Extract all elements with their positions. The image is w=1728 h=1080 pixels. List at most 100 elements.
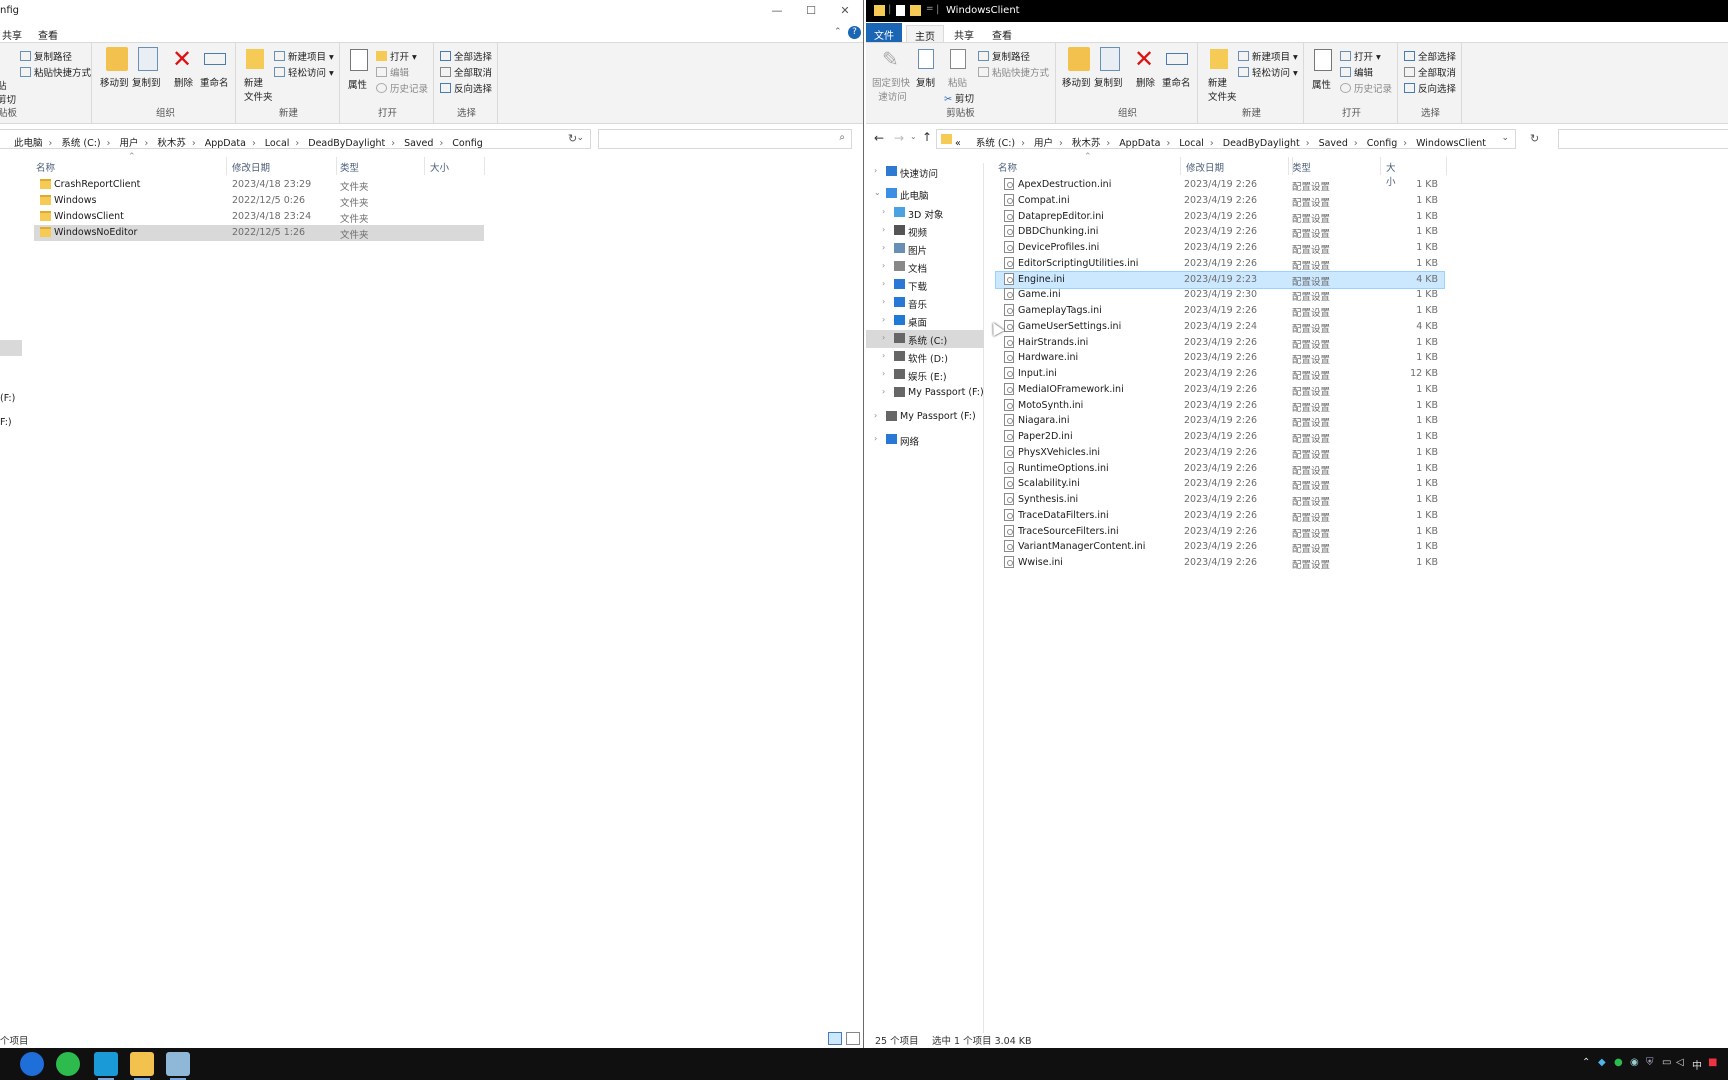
refresh-icon[interactable]: ↻: [568, 132, 577, 145]
network-tray-icon[interactable]: ▭: [1662, 1057, 1671, 1068]
tab-view[interactable]: 查看: [984, 25, 1020, 42]
column-size[interactable]: 大小: [430, 160, 449, 174]
list-item[interactable]: GameplayTags.ini 2023/4/19 2:26 配置设置 1 KB: [996, 303, 1444, 319]
nav-item[interactable]: › My Passport (F:): [866, 408, 984, 426]
breadcrumb-item[interactable]: DeadByDaylight: [308, 138, 385, 149]
list-item[interactable]: DBDChunking.ini 2023/4/19 2:26 配置设置 1 KB: [996, 224, 1444, 240]
breadcrumb-item[interactable]: Saved: [1319, 138, 1348, 149]
delete-button[interactable]: 删除: [1136, 75, 1155, 89]
tab-share[interactable]: 共享: [946, 25, 982, 42]
nav-item[interactable]: › 图片: [866, 240, 984, 258]
breadcrumb-item[interactable]: Local: [265, 138, 290, 149]
new-item-button[interactable]: 新建项目 ▾: [274, 49, 334, 63]
chevron-right-icon[interactable]: ›: [882, 279, 885, 288]
nav-item[interactable]: › 网络: [866, 431, 984, 449]
nav-item[interactable]: › 音乐: [866, 294, 984, 312]
copy-path-button[interactable]: 复制路径: [978, 49, 1030, 63]
list-item[interactable]: DataprepEditor.ini 2023/4/19 2:26 配置设置 1 KB: [996, 209, 1444, 225]
list-item[interactable]: Niagara.ini 2023/4/19 2:26 配置设置 1 KB: [996, 413, 1444, 429]
list-item[interactable]: Game.ini 2023/4/19 2:30 配置设置 1 KB: [996, 287, 1444, 303]
paste-shortcut-button[interactable]: 粘贴快捷方式: [978, 65, 1049, 79]
column-name[interactable]: 名称: [36, 160, 55, 174]
breadcrumb-item[interactable]: 秋木苏: [1072, 138, 1101, 149]
list-item[interactable]: WindowsClient 2023/4/18 23:24 文件夹: [34, 209, 484, 225]
nav-selected-item[interactable]: [0, 340, 22, 356]
recent-locations-icon[interactable]: ⌄: [910, 132, 917, 141]
cut-button[interactable]: ✂ 剪切: [944, 91, 974, 105]
breadcrumb-item[interactable]: 秋木苏: [157, 138, 186, 149]
wechat-tray-icon[interactable]: ●: [1614, 1057, 1623, 1068]
list-item[interactable]: MediaIOFramework.ini 2023/4/19 2:26 配置设置 1 …: [996, 382, 1444, 398]
chevron-down-icon[interactable]: ⌄: [1501, 133, 1509, 143]
help-icon[interactable]: ?: [848, 26, 861, 39]
list-item[interactable]: EditorScriptingUtilities.ini 2023/4/19 2:…: [996, 256, 1444, 272]
list-item[interactable]: TraceSourceFilters.ini 2023/4/19 2:26 配置设置…: [996, 524, 1444, 540]
nav-item-drive-partial[interactable]: F:): [0, 417, 12, 428]
list-item[interactable]: Input.ini 2023/4/19 2:26 配置设置 12 KB: [996, 366, 1444, 382]
chevron-right-icon[interactable]: ›: [882, 387, 885, 396]
copy-button[interactable]: 复制: [916, 75, 935, 89]
select-none-button[interactable]: 全部取消: [440, 65, 492, 79]
notepad-app-icon[interactable]: [166, 1052, 190, 1080]
collapse-ribbon-icon[interactable]: ⌃: [834, 27, 842, 37]
select-none-button[interactable]: 全部取消: [1404, 65, 1456, 79]
nav-item[interactable]: › 软件 (D:): [866, 348, 984, 366]
large-icons-view-icon[interactable]: [846, 1032, 860, 1045]
paste-shortcut-button[interactable]: 粘贴快捷方式: [20, 65, 91, 79]
nav-item[interactable]: › 文档: [866, 258, 984, 276]
breadcrumb-item[interactable]: DeadByDaylight: [1223, 138, 1300, 149]
list-item[interactable]: Synthesis.ini 2023/4/19 2:26 配置设置 1 KB: [996, 492, 1444, 508]
details-view-icon[interactable]: [828, 1032, 842, 1045]
chevron-down-icon[interactable]: ⌄: [576, 133, 584, 143]
nav-item[interactable]: › 下载: [866, 276, 984, 294]
history-button[interactable]: 历史记录: [376, 81, 428, 95]
open-button[interactable]: 打开 ▾: [376, 49, 417, 63]
nav-item[interactable]: › My Passport (F:): [866, 384, 984, 402]
tab-file[interactable]: 文件: [866, 23, 902, 42]
customize-toolbar-icon[interactable]: =: [926, 4, 934, 14]
breadcrumb-item[interactable]: 用户: [119, 138, 138, 149]
search-input[interactable]: ⌕: [598, 129, 852, 149]
invert-selection-button[interactable]: 反向选择: [440, 81, 492, 95]
nav-item[interactable]: ⌄ 此电脑: [866, 185, 984, 203]
volume-icon[interactable]: ◁: [1676, 1057, 1684, 1068]
new-folder-button[interactable]: 新建 文件夹: [244, 75, 273, 103]
list-item[interactable]: PhysXVehicles.ini 2023/4/19 2:26 配置设置 1 KB: [996, 445, 1444, 461]
column-date[interactable]: 修改日期: [232, 160, 270, 174]
chevron-right-icon[interactable]: ›: [882, 315, 885, 324]
chevron-right-icon[interactable]: ›: [882, 261, 885, 270]
easy-access-button[interactable]: 轻松访问 ▾: [274, 65, 334, 79]
easy-access-button[interactable]: 轻松访问 ▾: [1238, 65, 1298, 79]
close-button[interactable]: ✕: [828, 0, 862, 22]
address-bar[interactable]: 此电脑 › 系统 (C:) › 用户 › 秋木苏 › AppData › Local › D…: [0, 129, 591, 149]
tray-app-icon[interactable]: ◆: [1598, 1057, 1606, 1068]
pin-quick-access-button[interactable]: 固定到快 速访问: [872, 75, 910, 103]
move-to-button[interactable]: 移动到: [100, 75, 129, 89]
ime-indicator[interactable]: 中: [1692, 1057, 1702, 1072]
chevron-right-icon[interactable]: ›: [874, 166, 877, 175]
paste-button[interactable]: 粘贴: [948, 75, 967, 89]
list-item[interactable]: Compat.ini 2023/4/19 2:26 配置设置 1 KB: [996, 193, 1444, 209]
chevron-right-icon[interactable]: ›: [882, 333, 885, 342]
copy-to-button[interactable]: 复制到: [132, 75, 161, 89]
list-item[interactable]: Windows 2022/12/5 0:26 文件夹: [34, 193, 484, 209]
cut-button[interactable]: 剪切: [0, 92, 16, 106]
list-item[interactable]: Hardware.ini 2023/4/19 2:26 配置设置 1 KB: [996, 350, 1444, 366]
chevron-up-icon[interactable]: ⌃: [1582, 1057, 1590, 1068]
breadcrumb-item[interactable]: Config: [452, 138, 482, 149]
move-to-button[interactable]: 移动到: [1062, 75, 1091, 89]
breadcrumb-item[interactable]: 用户: [1034, 138, 1053, 149]
chevron-right-icon[interactable]: ›: [882, 225, 885, 234]
list-item[interactable]: WindowsNoEditor 2022/12/5 1:26 文件夹: [34, 225, 484, 241]
minimize-button[interactable]: —: [760, 0, 794, 22]
breadcrumb-item[interactable]: 系统 (C:): [61, 138, 100, 149]
breadcrumb-item[interactable]: Local: [1179, 138, 1204, 149]
properties-quick-icon[interactable]: [896, 5, 905, 16]
delete-button[interactable]: 删除: [174, 75, 193, 89]
edit-button[interactable]: 编辑: [376, 65, 409, 79]
list-item[interactable]: MotoSynth.ini 2023/4/19 2:26 配置设置 1 KB: [996, 398, 1444, 414]
nav-item[interactable]: › 快速访问: [866, 163, 984, 181]
list-item[interactable]: DeviceProfiles.ini 2023/4/19 2:26 配置设置 1 KB: [996, 240, 1444, 256]
select-all-button[interactable]: 全部选择: [440, 49, 492, 63]
title-bar[interactable]: | = | WindowsClient: [866, 0, 1728, 22]
